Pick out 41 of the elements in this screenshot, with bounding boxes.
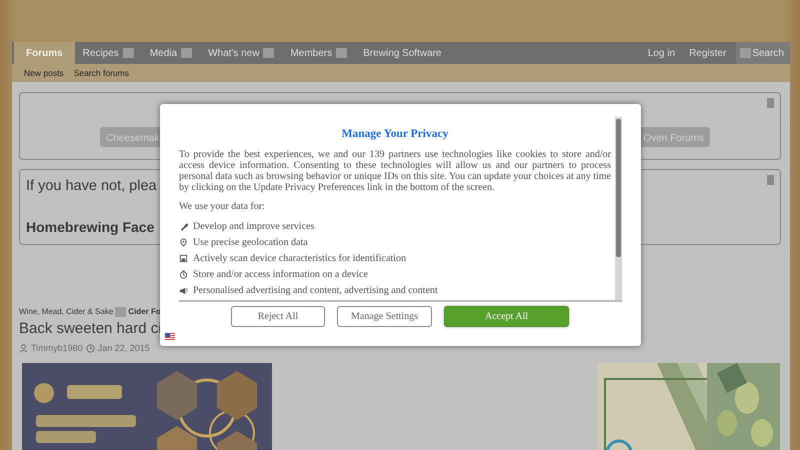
date-link[interactable]: Jan 22, 2015 [98,342,150,356]
notice-text: Homebrewing Face [26,218,154,237]
flag-icon[interactable] [165,333,175,340]
save-icon [179,254,188,263]
purpose-text: Personalised advertising and content, advertising and content [193,284,438,298]
square-icon [740,48,752,58]
nav-tab[interactable]: Media [142,42,200,64]
purpose-text: Actively scan device characteristics for identification [193,252,406,266]
purpose-text: Develop and improve services [193,220,314,234]
nav-link[interactable]: Log in [644,42,686,64]
nav-tab[interactable]: What's new [200,42,282,64]
purpose-text: Store and/or access information on a device [193,268,368,282]
purposes-heading: We use your data for: [179,201,266,212]
megaphone-icon [179,286,188,295]
nav-tab[interactable]: Brewing Software [355,42,450,64]
breadcrumb-link[interactable]: Cider Fo [128,306,161,318]
search-button[interactable]: Search [736,42,790,64]
dialog-button[interactable]: Reject All [231,306,325,327]
nav-tab[interactable]: Forums [14,42,75,64]
dialog-button[interactable]: Manage Settings [337,306,432,327]
nav-link[interactable]: Register [685,42,736,64]
user-icon [19,344,28,354]
clock-icon [86,344,95,354]
nav-tab[interactable]: Members [282,42,356,64]
scrollbar[interactable] [615,117,622,300]
dialog-title: Manage Your Privacy [340,127,450,142]
square-icon [115,307,126,317]
subnav-link[interactable]: Search forums [74,66,129,80]
author-link[interactable]: Timmyb1980 [31,342,83,356]
breadcrumb-link[interactable]: Wine, Mead, Cider & Sake [19,306,114,318]
scrollbar-thumb[interactable] [616,119,621,257]
accept-button[interactable]: Accept All [444,306,569,327]
dialog-text: To provide the best experiences, we and our 139 partners use technologies like cookies to store and/or access device information. Consenting to these technologies will allow us and our partners to process personal data such as browsing behavior or unique IDs on this site. You can update your choices at any time by clicking on the Update Privacy Preferences link in the bottom of the screen. [179,149,611,194]
subnav-link[interactable]: New posts [24,66,64,80]
location-pin-icon [179,238,188,247]
close-icon[interactable] [767,98,774,108]
stopwatch-icon [179,270,188,279]
nav-tab[interactable]: Recipes [74,42,142,64]
notice-text: If you have not, plea [26,177,157,196]
purpose-text: Use precise geolocation data [193,236,308,250]
close-icon[interactable] [767,175,774,185]
